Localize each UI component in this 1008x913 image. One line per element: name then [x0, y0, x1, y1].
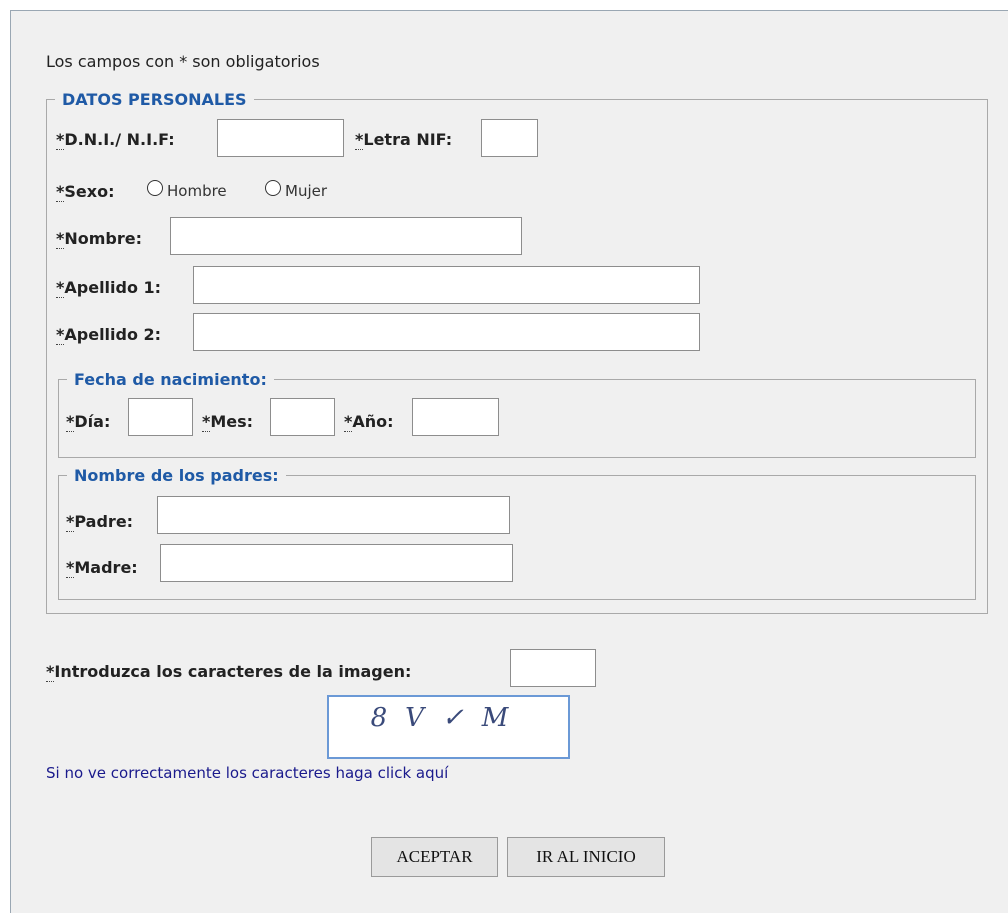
apellido2-label-text: Apellido 2: — [64, 325, 162, 344]
madre-label: *Madre: — [66, 558, 138, 578]
madre-label-text: Madre: — [74, 558, 138, 577]
padre-label-text: Padre: — [74, 512, 134, 531]
mes-label: *Mes: — [202, 412, 254, 432]
captcha-image: 8V✓M — [327, 695, 570, 759]
captcha-label: *Introduzca los caracteres de la imagen: — [46, 662, 412, 682]
required-notice: Los campos con * son obligatorios — [46, 52, 320, 71]
sexo-label: *Sexo: — [56, 182, 115, 202]
dni-label-text: D.N.I./ N.I.F: — [64, 130, 175, 149]
mujer-radio[interactable] — [265, 180, 281, 196]
apellido2-label: *Apellido 2: — [56, 325, 162, 345]
anio-label: *Año: — [344, 412, 394, 432]
anio-label-text: Año: — [352, 412, 394, 431]
dni-input[interactable] — [217, 119, 344, 157]
accept-button[interactable]: ACEPTAR — [371, 837, 498, 877]
padre-label: *Padre: — [66, 512, 134, 532]
dia-label-text: Día: — [74, 412, 111, 431]
nombre-label-text: Nombre: — [64, 229, 143, 248]
padre-input[interactable] — [157, 496, 510, 534]
captcha-reload-link[interactable]: Si no ve correctamente los caracteres ha… — [46, 764, 448, 782]
hombre-radio[interactable] — [147, 180, 163, 196]
captcha-input[interactable] — [510, 649, 596, 687]
personal-data-legend: DATOS PERSONALES — [62, 90, 247, 109]
mujer-label: Mujer — [285, 182, 328, 200]
mes-label-text: Mes: — [210, 412, 254, 431]
letra-nif-label-text: Letra NIF: — [363, 130, 453, 149]
dia-label: *Día: — [66, 412, 111, 432]
dni-label: *D.N.I./ N.I.F: — [56, 130, 175, 150]
parents-legend: Nombre de los padres: — [74, 466, 279, 485]
hombre-label: Hombre — [167, 182, 227, 200]
mes-input[interactable] — [270, 398, 335, 436]
home-button[interactable]: IR AL INICIO — [507, 837, 665, 877]
dia-input[interactable] — [128, 398, 193, 436]
letra-nif-input[interactable] — [481, 119, 538, 157]
birthdate-fieldset: Fecha de nacimiento: — [58, 370, 976, 458]
captcha-label-text: Introduzca los caracteres de la imagen: — [54, 662, 412, 681]
apellido2-input[interactable] — [193, 313, 700, 351]
sexo-label-text: Sexo: — [64, 182, 115, 201]
birthdate-legend: Fecha de nacimiento: — [74, 370, 267, 389]
captcha-image-text: 8V✓M — [370, 703, 527, 733]
apellido1-input[interactable] — [193, 266, 700, 304]
apellido1-label: *Apellido 1: — [56, 278, 162, 298]
nombre-label: *Nombre: — [56, 229, 143, 249]
apellido1-label-text: Apellido 1: — [64, 278, 162, 297]
letra-nif-label: *Letra NIF: — [355, 130, 453, 150]
madre-input[interactable] — [160, 544, 513, 582]
anio-input[interactable] — [412, 398, 499, 436]
nombre-input[interactable] — [170, 217, 522, 255]
